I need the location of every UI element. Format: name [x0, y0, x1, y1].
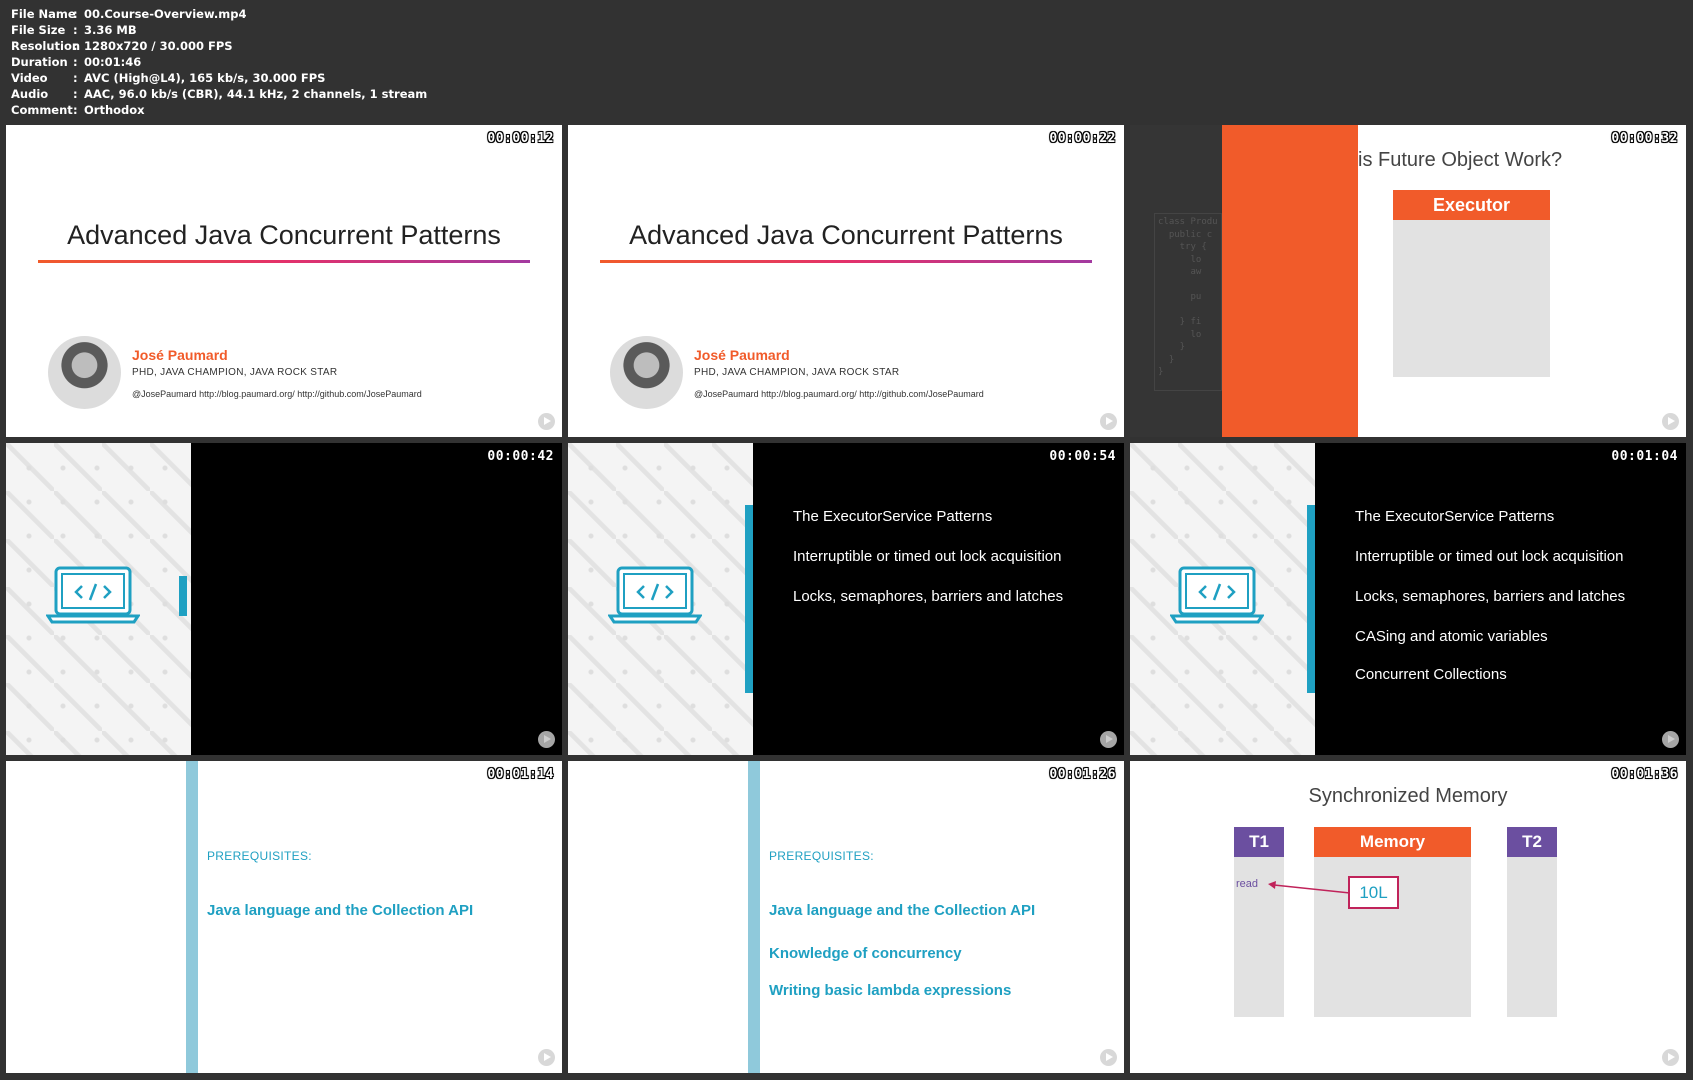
author-role: PHD, JAVA CHAMPION, JAVA ROCK STAR — [132, 367, 338, 378]
thumbnail-synchronized-memory[interactable]: Synchronized Memory T1 Memory T2 read 10… — [1130, 761, 1686, 1073]
arrow-left-icon — [1268, 881, 1351, 894]
play-icon — [1662, 731, 1679, 748]
memory-column: Memory — [1314, 827, 1471, 1017]
agenda-item: The ExecutorService Patterns — [1355, 508, 1555, 525]
memory-header: Memory — [1314, 827, 1471, 857]
meta-row-file-name: File Name:00.Course-Overview.mp4 — [11, 7, 247, 21]
author-links: @JosePaumard http://blog.paumard.org/ ht… — [132, 389, 422, 399]
thumbnail-agenda-full[interactable]: The ExecutorService Patterns Interruptib… — [1130, 443, 1686, 755]
timestamp: 00:01:04 — [1611, 449, 1678, 464]
author-name: José Paumard — [694, 347, 790, 363]
play-icon — [1100, 731, 1117, 748]
meta-value: 1280x720 / 30.000 FPS — [84, 39, 233, 53]
play-icon — [1100, 413, 1117, 430]
meta-value: AVC (High@L4), 165 kb/s, 30.000 FPS — [84, 71, 326, 85]
laptop-code-icon — [608, 566, 702, 624]
agenda-item: CASing and atomic variables — [1355, 628, 1548, 645]
laptop-code-icon — [1170, 566, 1264, 624]
meta-row-comment: Comment: Orthodox — [11, 103, 145, 117]
play-icon — [1662, 1049, 1679, 1066]
timestamp: 00:00:12 — [487, 131, 554, 146]
meta-value: AAC, 96.0 kb/s (CBR), 44.1 kHz, 2 channe… — [84, 87, 428, 101]
meta-row-resolution: Resolution:1280x720 / 30.000 FPS — [11, 39, 233, 53]
title-underline — [600, 260, 1092, 263]
thread-t2-header: T2 — [1507, 827, 1557, 857]
file-metadata: File Name:00.Course-Overview.mp4 File Si… — [11, 6, 427, 118]
prerequisites-bar — [748, 761, 760, 1073]
laptop-code-icon — [46, 566, 140, 624]
meta-row-duration: Duration:00:01:46 — [11, 55, 142, 69]
agenda-item: Interruptible or timed out lock acquisit… — [793, 548, 1062, 565]
timestamp: 00:00:22 — [1049, 131, 1116, 146]
agenda-item: Interruptible or timed out lock acquisit… — [1355, 548, 1624, 565]
prerequisite-item: Java language and the Collection API — [207, 902, 474, 919]
author-name: José Paumard — [132, 347, 228, 363]
thumbnail-title-slide[interactable]: Advanced Java Concurrent Patterns José P… — [6, 125, 562, 437]
accent-bar — [745, 505, 753, 693]
timestamp: 00:00:32 — [1611, 131, 1678, 146]
thread-t1-header: T1 — [1234, 827, 1284, 857]
executor-body — [1393, 220, 1550, 377]
play-icon — [538, 731, 555, 748]
accent-bar — [1307, 505, 1315, 693]
thumbnail-prerequisites-partial[interactable]: PREREQUISITES: Java language and the Col… — [6, 761, 562, 1073]
meta-row-file-size: File Size:3.36 MB — [11, 23, 137, 37]
agenda-item: The ExecutorService Patterns — [793, 508, 993, 525]
thumbnail-agenda-partial[interactable]: The ExecutorService Patterns Interruptib… — [568, 443, 1124, 755]
executor-box: Executor — [1393, 190, 1550, 220]
meta-value: Orthodox — [84, 103, 145, 117]
meta-row-video: Video: AVC (High@L4), 165 kb/s, 30.000 FP… — [11, 71, 326, 85]
author-avatar — [48, 336, 121, 409]
timestamp: 00:01:36 — [1611, 767, 1678, 782]
thumbnail-grid: Advanced Java Concurrent Patterns José P… — [6, 125, 1688, 1075]
read-label: read — [1236, 878, 1259, 890]
slide-title: Synchronized Memory — [1308, 785, 1508, 807]
thumbnail-title-slide[interactable]: Advanced Java Concurrent Patterns José P… — [568, 125, 1124, 437]
code-snippet: class Produ public c try { lo aw pu } fi… — [1154, 213, 1222, 391]
author-avatar — [610, 336, 683, 409]
thread-t2-column: T2 — [1507, 827, 1557, 1017]
prerequisites-bar — [186, 761, 198, 1073]
play-icon — [538, 1049, 555, 1066]
timestamp: 00:00:54 — [1049, 449, 1116, 464]
prerequisite-item: Writing basic lambda expressions — [769, 982, 1012, 999]
agenda-item: Concurrent Collections — [1355, 666, 1507, 683]
timestamp: 00:00:42 — [487, 449, 554, 464]
slide-title: is Future Object Work? — [1358, 149, 1563, 171]
meta-value: 00.Course-Overview.mp4 — [84, 7, 247, 21]
prerequisite-item: Java language and the Collection API — [769, 902, 1036, 919]
agenda-item: Locks, semaphores, barriers and latches — [793, 588, 1064, 605]
play-icon — [1662, 413, 1679, 430]
meta-row-audio: Audio: AAC, 96.0 kb/s (CBR), 44.1 kHz, 2 … — [11, 87, 428, 101]
play-icon — [1100, 1049, 1117, 1066]
course-title: Advanced Java Concurrent Patterns — [67, 220, 501, 250]
meta-value: 00:01:46 — [84, 55, 142, 69]
timestamp: 00:01:14 — [487, 767, 554, 782]
thread-t1-column: T1 — [1234, 827, 1284, 1017]
agenda-panel — [191, 443, 562, 755]
timestamp: 00:01:26 — [1049, 767, 1116, 782]
play-icon — [538, 413, 555, 430]
thumbnail-prerequisites-full[interactable]: PREREQUISITES: Java language and the Col… — [568, 761, 1124, 1073]
memory-value: 10L — [1348, 876, 1399, 909]
transition-panel — [1222, 125, 1358, 437]
prerequisites-label: PREREQUISITES: — [207, 849, 312, 863]
author-role: PHD, JAVA CHAMPION, JAVA ROCK STAR — [694, 367, 900, 378]
author-links: @JosePaumard http://blog.paumard.org/ ht… — [694, 389, 984, 399]
thumbnail-agenda-empty[interactable]: 00:00:42 — [6, 443, 562, 755]
agenda-item: Locks, semaphores, barriers and latches — [1355, 588, 1626, 605]
course-title: Advanced Java Concurrent Patterns — [629, 220, 1063, 250]
accent-bar — [179, 576, 187, 616]
title-underline — [38, 260, 530, 263]
prerequisite-item: Knowledge of concurrency — [769, 945, 962, 962]
meta-value: 3.36 MB — [84, 23, 137, 37]
prerequisites-label: PREREQUISITES: — [769, 849, 874, 863]
thumbnail-executor-slide[interactable]: class Produ public c try { lo aw pu } fi… — [1130, 125, 1686, 437]
